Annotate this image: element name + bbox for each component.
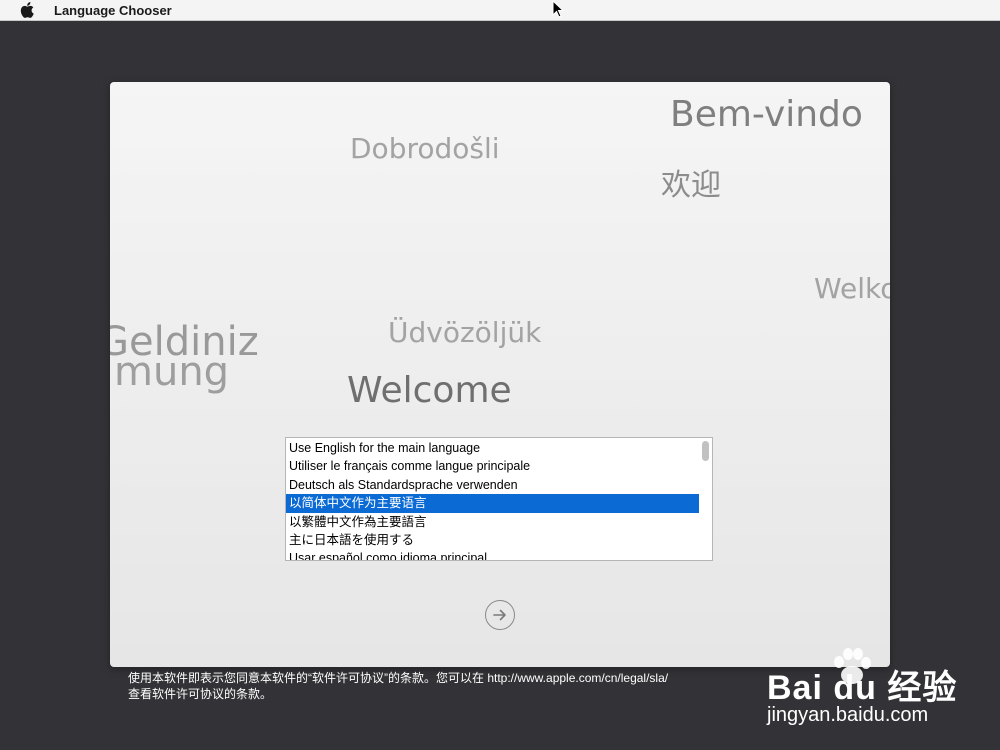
watermark-brand: Bai du 经验 (767, 669, 958, 707)
greeting-huanying: 欢迎 (661, 168, 721, 203)
greeting-udvozoljuk: Üdvözöljük (388, 316, 542, 349)
license-line-2: 查看软件许可协议的条款。 (128, 687, 273, 701)
greeting-mung: mung (114, 349, 230, 395)
apple-logo-icon[interactable] (20, 2, 34, 18)
language-item-spanish[interactable]: Usar español como idioma principal (286, 549, 699, 560)
license-line-1: 使用本软件即表示您同意本软件的“软件许可协议”的条款。您可以在 http://w… (128, 671, 669, 685)
greeting-dobrodosli: Dobrodošli (350, 132, 500, 165)
language-chooser-panel: Bem-vindo Dobrodošli 欢迎 Welko Üdvözöljük… (110, 82, 890, 667)
language-list[interactable]: Use English for the main language Utilis… (285, 437, 713, 561)
greeting-bem-vindo: Bem-vindo (670, 94, 863, 135)
language-item-simplified-chinese[interactable]: 以简体中文作为主要语言 (286, 494, 699, 513)
language-items: Use English for the main language Utilis… (286, 438, 712, 560)
mouse-cursor-icon (552, 0, 564, 18)
language-item-traditional-chinese[interactable]: 以繁體中文作為主要語言 (286, 513, 699, 531)
menu-bar: Language Chooser (0, 0, 1000, 21)
language-item-french[interactable]: Utiliser le français comme langue princi… (286, 457, 699, 475)
language-list-scrollbar[interactable] (700, 439, 711, 559)
arrow-right-icon (493, 609, 506, 621)
continue-button[interactable] (485, 600, 515, 630)
language-item-german[interactable]: Deutsch als Standardsprache verwenden (286, 476, 699, 494)
greeting-welko: Welko (814, 272, 890, 305)
greeting-welcome: Welcome (347, 370, 512, 411)
watermark-url: jingyan.baidu.com (767, 704, 929, 726)
license-agreement-text: 使用本软件即表示您同意本软件的“软件许可协议”的条款。您可以在 http://w… (128, 670, 788, 702)
baidu-jingyan-watermark: Bai du 经验 jingyan.baidu.com (765, 640, 980, 735)
language-item-english[interactable]: Use English for the main language (286, 439, 699, 457)
language-item-japanese[interactable]: 主に日本語を使用する (286, 531, 699, 549)
scrollbar-thumb[interactable] (702, 441, 709, 461)
app-title[interactable]: Language Chooser (54, 3, 172, 18)
